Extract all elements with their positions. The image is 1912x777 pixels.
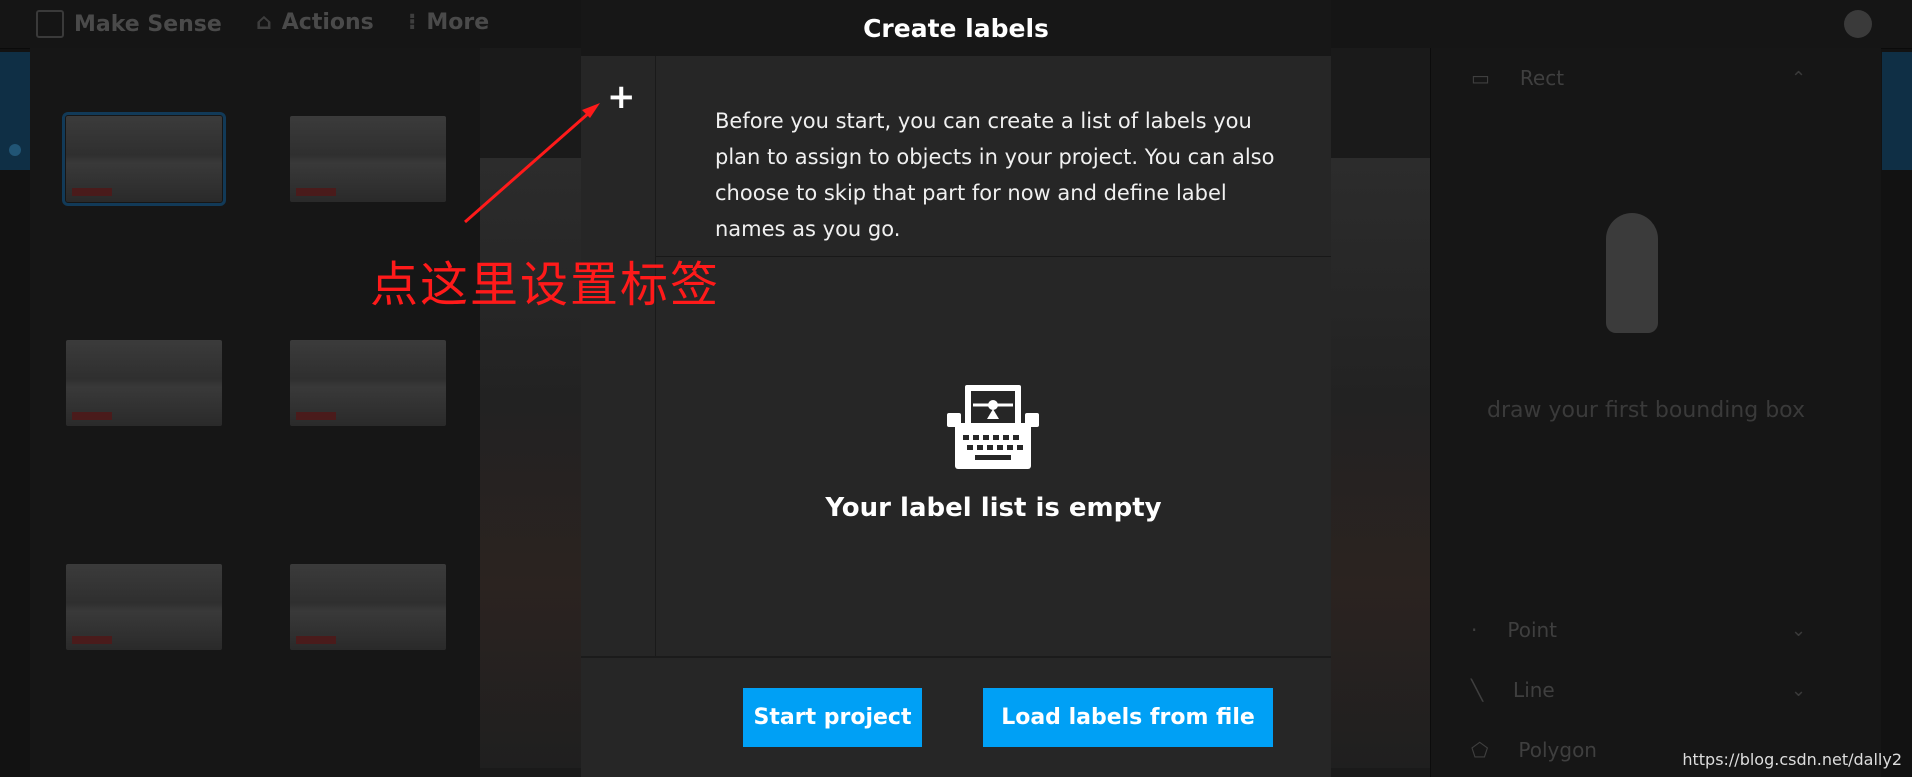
watermark: https://blog.csdn.net/dally2	[1682, 750, 1902, 769]
annotation-arrow	[464, 103, 600, 224]
annotation-text: 点这里设置标签	[370, 257, 721, 313]
